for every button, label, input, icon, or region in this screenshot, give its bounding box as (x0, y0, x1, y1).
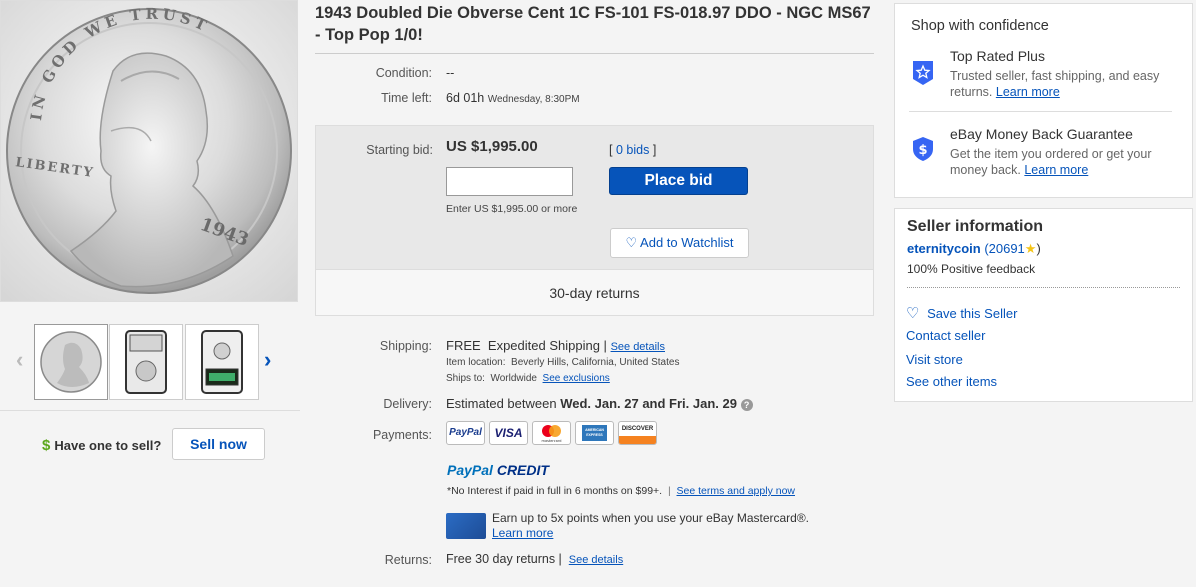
slab-front-image (125, 330, 167, 394)
shipping-value: FREE Expedited Shipping | See details (446, 338, 665, 353)
ebay-mastercard-icon (446, 513, 486, 539)
mastercard-circles: mastercard (542, 425, 562, 443)
contact-seller-link[interactable]: Contact seller (906, 328, 985, 343)
condition-value: -- (446, 66, 455, 80)
dollar-icon: $ (42, 437, 51, 454)
time-left-detail: Wednesday, 8:30PM (487, 94, 580, 105)
returns-see-details-link[interactable]: See details (569, 554, 623, 566)
seller-heading: Seller information (907, 218, 1044, 235)
mastercard-learn-more-link[interactable]: Learn more (492, 526, 809, 541)
mastercard-promo: Earn up to 5x points when you use your e… (492, 511, 810, 541)
top-rated-badge-icon (913, 61, 933, 85)
sell-question: $ Have one to sell? (42, 437, 162, 454)
item-location: Item location: Beverly Hills, California… (446, 357, 680, 368)
see-terms-link[interactable]: See terms and apply now (677, 485, 795, 497)
thumbnail-coin[interactable] (34, 324, 108, 400)
time-left: 6d 01h Wednesday, 8:30PM (446, 91, 580, 105)
time-left-label: Time left: (381, 91, 432, 105)
bids-link[interactable]: 0 bids (616, 143, 649, 157)
money-back-shield-icon: $ (913, 137, 933, 161)
see-other-items-link[interactable]: See other items (906, 374, 997, 389)
returns-value: Free 30 day returns | See details (446, 552, 624, 566)
time-left-value: 6d 01h (446, 91, 485, 105)
see-exclusions-link[interactable]: See exclusions (543, 373, 610, 384)
coin-thumb-image (40, 331, 102, 393)
mastercard-logo: mastercard (532, 421, 571, 445)
money-back-desc: Get the item you ordered or get your mon… (950, 147, 1152, 177)
visit-store-link[interactable]: Visit store (906, 352, 963, 367)
divider (907, 287, 1180, 288)
bid-price: US $1,995.00 (446, 138, 538, 155)
top-rated-title: Top Rated Plus (950, 48, 1045, 64)
seller-identity: eternitycoin (20691★) (907, 241, 1041, 256)
main-product-image[interactable]: IN GOD WE TRUST LIBERTY 1943 (0, 0, 298, 302)
place-bid-button[interactable]: Place bid (609, 167, 748, 195)
divider (315, 53, 874, 54)
confidence-heading: Shop with confidence (911, 18, 1049, 34)
bid-count: [ 0 bids ] (609, 143, 657, 157)
divider (909, 111, 1172, 112)
visa-logo: VISA (489, 421, 528, 445)
ships-to: Ships to: Worldwide See exclusions (446, 373, 610, 384)
paypal-logo: PayPal (446, 421, 485, 445)
thumbnail-slab-front[interactable] (109, 324, 183, 400)
seller-information-panel: Seller information eternitycoin (20691★)… (894, 208, 1193, 402)
svg-text:$: $ (918, 143, 927, 158)
thumbnail-strip: ‹ › (14, 324, 284, 400)
shop-with-confidence-panel: Shop with confidence Top Rated Plus Trus… (894, 3, 1193, 198)
amex-logo: AMERICAN EXPRESS (575, 421, 614, 445)
delivery-value: Estimated between Wed. Jan. 27 and Fri. … (446, 396, 753, 411)
shipping-label: Shipping: (379, 339, 432, 353)
shipping-see-details-link[interactable]: See details (611, 341, 665, 353)
seller-feedback-score-link[interactable]: (20691 (984, 241, 1024, 256)
svg-text:mastercard: mastercard (542, 439, 562, 443)
bid-amount-input[interactable] (446, 167, 573, 196)
add-to-watchlist-button[interactable]: ♡ Add to Watchlist (610, 228, 749, 258)
condition-label: Condition: (375, 66, 432, 80)
bid-panel: Starting bid: US $1,995.00 [ 0 bids ] En… (315, 125, 874, 316)
top-rated-learn-more-link[interactable]: Learn more (996, 85, 1060, 99)
top-rated-desc: Trusted seller, fast shipping, and easy … (950, 69, 1160, 99)
paypal-credit-logo: PayPal CREDIT (447, 462, 549, 478)
help-icon[interactable]: ? (740, 399, 753, 411)
coin-photo: IN GOD WE TRUST LIBERTY 1943 (6, 5, 292, 294)
starting-bid-label: Starting bid: (366, 143, 433, 157)
seller-name-link[interactable]: eternitycoin (907, 241, 981, 256)
bid-hint: Enter US $1,995.00 or more (446, 203, 578, 215)
returns-label: Returns: (384, 553, 432, 567)
listing-title: 1943 Doubled Die Obverse Cent 1C FS-101 … (315, 4, 871, 44)
money-back-learn-more-link[interactable]: Learn more (1024, 163, 1088, 177)
sell-one-panel: $ Have one to sell? Sell now (0, 410, 300, 480)
save-seller-link[interactable]: ♡ Save this Seller (906, 304, 1017, 322)
paypal-credit-note: *No Interest if paid in full in 6 months… (447, 485, 795, 497)
payments-label: Payments: (372, 428, 432, 442)
money-back-title: eBay Money Back Guarantee (950, 126, 1133, 142)
star-icon: ★ (1024, 241, 1037, 256)
chevron-left-icon[interactable]: ‹ (16, 348, 23, 372)
chevron-right-icon[interactable]: › (264, 348, 271, 372)
sell-now-button[interactable]: Sell now (172, 428, 265, 460)
discover-logo: DISCOVER (618, 421, 657, 445)
slab-back-image (201, 330, 243, 394)
returns-banner: 30-day returns (316, 269, 873, 315)
heart-icon: ♡ (906, 305, 920, 322)
seller-feedback: 100% Positive feedback (907, 262, 1036, 276)
delivery-label: Delivery: (383, 397, 432, 411)
heart-icon: ♡ (625, 235, 638, 250)
thumbnail-slab-back[interactable] (185, 324, 259, 400)
